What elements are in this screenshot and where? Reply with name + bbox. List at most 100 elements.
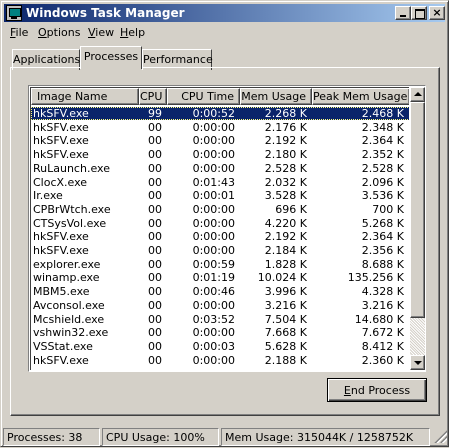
cell-peak-mem-usage: 135.256 K — [347, 271, 404, 285]
cell-mem-usage: 3.216 K — [264, 298, 307, 312]
status-processes: Processes: 38 — [3, 428, 100, 446]
table-row[interactable]: CTSysVol.exe 00 0:00:00 4.220 K 5.268 K — [31, 217, 409, 230]
close-button[interactable]: × — [429, 6, 445, 20]
tab-applications-label: Applications — [13, 53, 81, 66]
menu-file[interactable]: File — [10, 26, 28, 39]
table-row[interactable]: hkSFV.exe 00 0:00:00 2.184 K 2.356 K — [31, 244, 409, 257]
cell-mem-usage: 7.668 K — [264, 326, 307, 340]
title-bar[interactable]: Windows Task Manager × — [4, 4, 445, 22]
cell-cpu: 00 — [148, 120, 162, 134]
cell-cpu-time: 0:03:52 — [192, 312, 235, 326]
end-process-button[interactable]: End Process — [327, 378, 427, 402]
column-header-cpu-time[interactable]: CPU Time — [167, 88, 240, 105]
cell-cpu-time: 0:00:00 — [192, 216, 235, 230]
table-row[interactable]: MBM5.exe 00 0:00:46 3.996 K 4.328 K — [31, 285, 409, 298]
table-row[interactable]: hkSFV.exe 00 0:00:00 2.192 K 2.364 K — [31, 134, 409, 147]
table-row[interactable]: Mcshield.exe 00 0:03:52 7.504 K 14.680 K — [31, 313, 409, 326]
column-header-peak-mem-usage[interactable]: Peak Mem Usage — [312, 88, 409, 105]
tab-processes[interactable]: Processes — [80, 46, 142, 69]
process-list[interactable]: Image Name CPU CPU Time Mem Usage Peak M… — [28, 85, 426, 372]
minimize-button[interactable] — [395, 6, 411, 20]
cell-cpu: 00 — [148, 175, 162, 189]
cell-mem-usage: 2.528 K — [264, 161, 307, 175]
cell-peak-mem-usage: 2.360 K — [361, 353, 404, 367]
column-header-cpu[interactable]: CPU — [139, 88, 167, 105]
scroll-thumb[interactable] — [410, 102, 425, 318]
vertical-scrollbar[interactable] — [410, 87, 425, 370]
cell-cpu: 00 — [148, 326, 162, 340]
menu-file-label: ile — [15, 26, 29, 39]
cell-peak-mem-usage: 2.348 K — [361, 120, 404, 134]
table-row[interactable]: hkSFV.exe 00 0:00:00 2.192 K 2.364 K — [31, 230, 409, 243]
cell-cpu: 00 — [148, 134, 162, 148]
table-row[interactable]: hkSFV.exe 00 0:00:00 2.180 K 2.352 K — [31, 148, 409, 161]
cell-cpu-time: 0:00:00 — [192, 120, 235, 134]
menu-options[interactable]: Options — [38, 26, 80, 39]
end-process-label: nd Process — [350, 383, 411, 397]
cell-peak-mem-usage: 3.536 K — [361, 189, 404, 203]
menu-help[interactable]: Help — [120, 26, 145, 39]
cell-cpu: 00 — [148, 244, 162, 257]
table-row[interactable]: hkSFV.exe 00 0:00:00 2.176 K 2.348 K — [31, 121, 409, 134]
maximize-button[interactable] — [411, 6, 427, 20]
table-row[interactable]: ClocX.exe 00 0:01:43 2.032 K 2.096 K — [31, 176, 409, 189]
cell-image-name: hkSFV.exe — [33, 107, 89, 120]
cell-image-name: hkSFV.exe — [33, 148, 89, 162]
cell-image-name: MBM5.exe — [33, 285, 90, 299]
close-icon: × — [432, 6, 442, 19]
cell-image-name: ClocX.exe — [33, 175, 88, 189]
cell-mem-usage: 2.192 K — [264, 134, 307, 148]
cell-mem-usage: 696 K — [275, 202, 307, 216]
cell-cpu: 00 — [148, 148, 162, 162]
cell-peak-mem-usage: 7.672 K — [361, 326, 404, 340]
table-row[interactable]: Ir.exe 00 0:00:01 3.528 K 3.536 K — [31, 189, 409, 202]
cell-cpu-time: 0:00:00 — [192, 202, 235, 216]
cell-image-name: Avconsol.exe — [33, 298, 105, 312]
menu-options-mnemonic: O — [38, 26, 47, 39]
column-header-image-name[interactable]: Image Name — [31, 88, 139, 105]
cell-cpu-time: 0:00:00 — [192, 326, 235, 340]
table-row[interactable]: CPBrWtch.exe 00 0:00:00 696 K 700 K — [31, 203, 409, 216]
task-manager-app-icon[interactable] — [6, 5, 22, 21]
cell-mem-usage: 1.828 K — [264, 257, 307, 271]
menu-bar: File Options View Help — [4, 23, 445, 42]
cell-peak-mem-usage: 8.412 K — [361, 339, 404, 353]
scroll-down-button[interactable] — [410, 355, 425, 370]
menu-help-label: elp — [128, 26, 146, 39]
cell-cpu-time: 0:00:46 — [192, 285, 235, 299]
column-header-mem-usage[interactable]: Mem Usage — [240, 88, 312, 105]
menu-view[interactable]: View — [88, 26, 114, 39]
cell-peak-mem-usage: 700 K — [372, 202, 404, 216]
scroll-up-button[interactable] — [410, 87, 425, 102]
cell-peak-mem-usage: 2.352 K — [361, 148, 404, 162]
cell-cpu-time: 0:00:00 — [192, 298, 235, 312]
table-row[interactable]: hkSFV.exe 99 0:00:52 2.268 K 2.468 K — [31, 107, 409, 120]
cell-cpu-time: 0:00:03 — [192, 339, 235, 353]
table-row[interactable]: winamp.exe 00 0:01:19 10.024 K 135.256 K — [31, 271, 409, 284]
cell-mem-usage: 10.024 K — [257, 271, 307, 285]
table-row[interactable]: VSStat.exe 00 0:00:03 5.628 K 8.412 K — [31, 340, 409, 353]
cell-peak-mem-usage: 2.364 K — [361, 134, 404, 148]
cell-peak-mem-usage: 4.328 K — [361, 285, 404, 299]
cell-mem-usage: 2.180 K — [264, 148, 307, 162]
table-row[interactable]: vshwin32.exe 00 0:00:00 7.668 K 7.672 K — [31, 326, 409, 339]
cell-image-name: CPBrWtch.exe — [33, 202, 111, 216]
cell-peak-mem-usage: 2.468 K — [361, 107, 404, 120]
resize-grip[interactable] — [433, 429, 447, 443]
cell-image-name: RuLaunch.exe — [33, 161, 110, 175]
table-row[interactable]: hkSFV.exe 00 0:00:00 2.188 K 2.360 K — [31, 354, 409, 367]
cell-mem-usage: 2.268 K — [264, 107, 307, 120]
table-row[interactable]: RuLaunch.exe 00 0:00:00 2.528 K 2.528 K — [31, 162, 409, 175]
window-title: Windows Task Manager — [26, 6, 185, 20]
table-row[interactable]: Avconsol.exe 00 0:00:00 3.216 K 3.216 K — [31, 299, 409, 312]
cell-cpu-time: 0:01:43 — [192, 175, 235, 189]
cell-cpu: 00 — [148, 298, 162, 312]
cell-mem-usage: 5.628 K — [264, 339, 307, 353]
cell-image-name: explorer.exe — [33, 257, 101, 271]
cell-cpu-time: 0:00:52 — [192, 107, 235, 120]
cell-peak-mem-usage: 8.688 K — [361, 257, 404, 271]
cell-cpu: 00 — [148, 202, 162, 216]
table-row[interactable]: explorer.exe 00 0:00:59 1.828 K 8.688 K — [31, 258, 409, 271]
task-manager-window: Windows Task Manager × File Options View… — [0, 0, 449, 447]
cell-peak-mem-usage: 3.216 K — [361, 298, 404, 312]
